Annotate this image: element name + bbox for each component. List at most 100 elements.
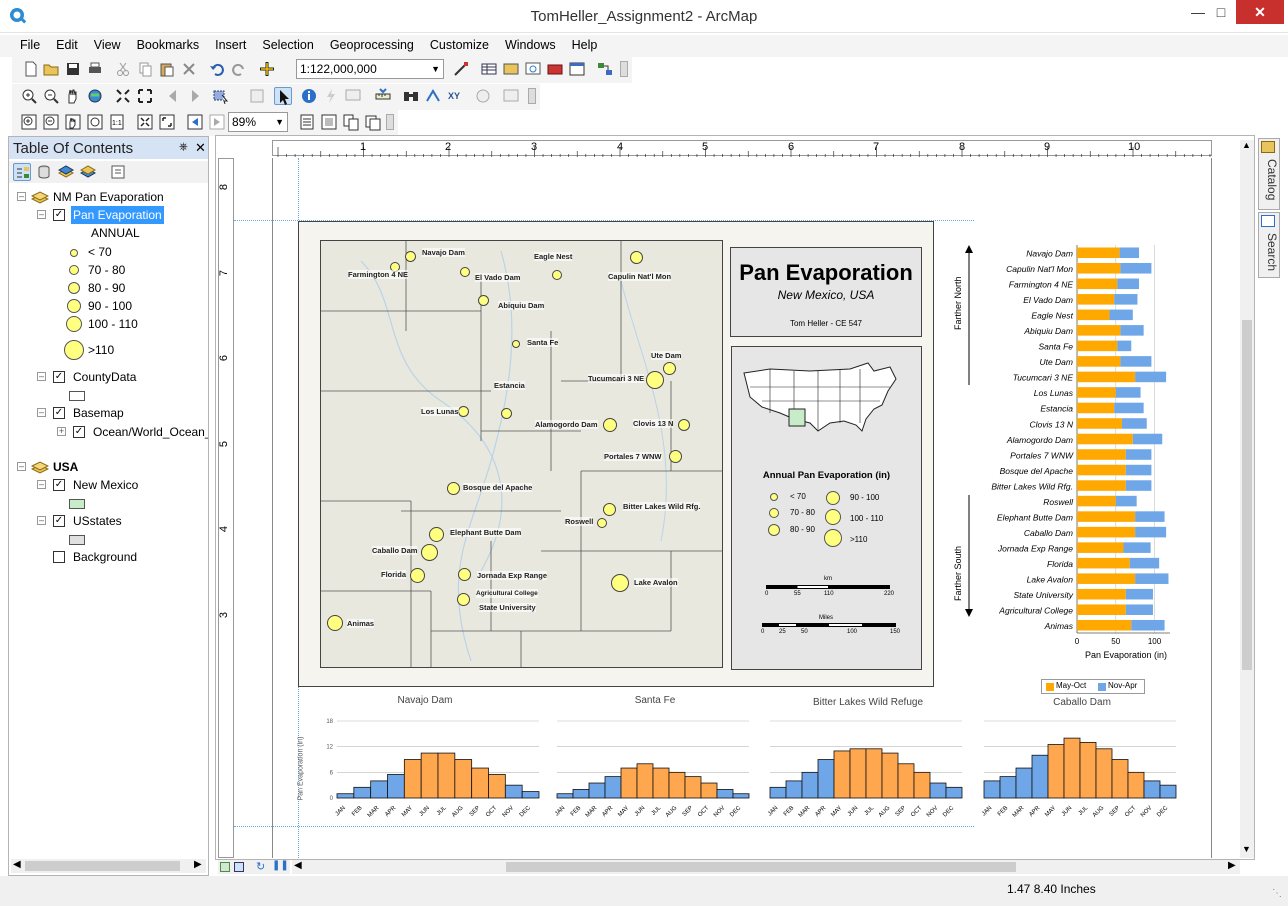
scroll-down-icon[interactable]: ▼ [1242,844,1251,854]
list-by-selection-icon[interactable] [79,163,97,181]
toc-horizontal-scrollbar[interactable]: ◀ ▶ [11,859,206,873]
city-symbol[interactable] [460,267,470,277]
zoom-whole-page-icon[interactable] [86,113,104,131]
city-symbol[interactable] [478,295,489,306]
open-icon[interactable] [42,60,60,78]
stacked-bar-chart[interactable]: Farther North Farther South Navajo Dam Ca… [953,235,1200,695]
scrollbar-thumb[interactable] [25,861,180,871]
collapse-icon[interactable]: – [37,480,46,489]
clear-selection-icon[interactable] [248,87,266,105]
layout-horizontal-scrollbar[interactable]: ◀ ▶ [292,860,1240,874]
zoom-in-icon[interactable] [20,87,38,105]
scrollbar-thumb[interactable] [506,862,1016,872]
layer-visibility-checkbox[interactable]: ✓ [53,479,65,491]
map-title-box[interactable]: Pan Evaporation New Mexico, USA Tom Hell… [730,247,922,337]
city-symbol[interactable] [327,615,343,631]
change-layout-icon[interactable] [342,113,360,131]
model-builder-icon[interactable] [596,60,614,78]
zoom-100-icon[interactable]: 1:1 [108,113,126,131]
collapse-icon[interactable]: – [17,462,26,471]
layout-zoom-out-icon[interactable] [42,113,60,131]
city-symbol[interactable] [678,419,690,431]
layout-view-icon[interactable] [234,862,244,872]
layer-name[interactable]: Pan Evaporation [71,206,164,224]
full-extent-icon[interactable] [86,87,104,105]
list-by-source-icon[interactable] [35,163,53,181]
table-icon[interactable] [480,60,498,78]
layout-vertical-scrollbar[interactable]: ▲ ▼ [1240,140,1254,858]
scroll-left-icon[interactable]: ◀ [13,859,21,870]
city-symbol[interactable] [421,544,438,561]
menu-selection[interactable]: Selection [254,35,321,55]
layer-visibility-checkbox[interactable] [53,551,65,563]
delete-icon[interactable] [180,60,198,78]
identify-icon[interactable] [300,87,318,105]
list-by-visibility-icon[interactable] [57,163,75,181]
city-symbol[interactable] [646,371,664,389]
city-symbol[interactable] [663,362,676,375]
zoom-out-icon[interactable] [42,87,60,105]
city-symbol[interactable] [597,518,607,528]
city-symbol[interactable] [603,418,617,432]
toolbar-options-icon[interactable] [528,88,536,104]
city-symbol[interactable] [447,482,460,495]
toolbar-options-icon[interactable] [620,61,628,77]
toc-layer-pan-evaporation[interactable]: – ✓ Pan Evaporation [9,206,208,224]
collapse-icon[interactable]: – [17,192,26,201]
toc-layer-background[interactable]: Background [9,548,208,566]
python-window-icon[interactable] [568,60,586,78]
city-symbol[interactable] [405,251,416,262]
menu-bookmarks[interactable]: Bookmarks [129,35,208,55]
collapse-icon[interactable]: – [37,210,46,219]
monthly-chart-caballo[interactable]: Caballo Dam JAN FEB MAR APR MAY JUN JUL AUG SEP O… [982,693,1182,825]
undo-icon[interactable] [208,60,226,78]
monthly-chart-navajo[interactable]: Navajo Dam Pan Evaporation (in) 0 6 12 18 JA… [297,693,545,825]
layer-visibility-checkbox[interactable]: ✓ [73,426,85,438]
toc-close-icon[interactable]: ✕ [195,140,206,156]
city-symbol[interactable] [552,270,562,280]
add-data-icon[interactable] [258,60,276,78]
find-route-icon[interactable] [424,87,442,105]
layout-back-extent-icon[interactable] [186,113,204,131]
menu-geoprocessing[interactable]: Geoprocessing [322,35,422,55]
menu-view[interactable]: View [86,35,129,55]
layout-forward-extent-icon[interactable] [208,113,226,131]
layer-visibility-checkbox[interactable]: ✓ [53,515,65,527]
layer-visibility-checkbox[interactable]: ✓ [53,407,65,419]
monthly-chart-santa-fe[interactable]: Santa Fe JAN FEB MAR APR MAY JUN JUL AUG SEP OCT N… [555,693,755,825]
data-view-icon[interactable] [220,862,230,872]
collapse-icon[interactable]: – [37,372,46,381]
fixed-zoom-out-icon[interactable] [136,87,154,105]
fixed-zoom-in-icon[interactable] [114,87,132,105]
city-symbol[interactable] [458,406,469,417]
save-icon[interactable] [64,60,82,78]
toc-sublayer-ocean[interactable]: + ✓ Ocean/World_Ocean_ [9,423,208,441]
toc-dataframe-usa[interactable]: – USA [9,458,208,476]
data-driven-pages-icon[interactable] [364,113,382,131]
html-popup-icon[interactable] [344,87,362,105]
hyperlink-icon[interactable] [322,87,340,105]
legend-box[interactable]: Annual Pan Evaporation (in) < 70 70 - 80… [731,346,922,670]
toc-layer-usstates[interactable]: – ✓ USstates [9,512,208,530]
pin-icon[interactable]: ⎈ [179,141,188,154]
city-symbol[interactable] [457,593,470,606]
scroll-right-icon[interactable]: ▶ [1228,860,1236,871]
refresh-icon[interactable]: ↻ [256,860,265,873]
toc-layer-countydata[interactable]: – ✓ CountyData [9,368,208,386]
maximize-button[interactable]: □ [1208,0,1234,24]
find-icon[interactable] [402,87,420,105]
layer-visibility-checkbox[interactable]: ✓ [53,209,65,221]
fixed-zoom-out-layout-icon[interactable] [158,113,176,131]
scrollbar-thumb[interactable] [1242,320,1252,670]
toc-layer-new-mexico[interactable]: – ✓ New Mexico [9,476,208,494]
layout-zoom-in-icon[interactable] [20,113,38,131]
new-document-icon[interactable] [22,60,40,78]
list-by-drawing-order-icon[interactable] [13,163,31,181]
menu-insert[interactable]: Insert [207,35,254,55]
back-extent-icon[interactable] [164,87,182,105]
menu-file[interactable]: File [12,35,48,55]
city-symbol[interactable] [429,527,444,542]
menu-customize[interactable]: Customize [422,35,497,55]
redo-icon[interactable] [230,60,248,78]
focus-data-frame-icon[interactable] [320,113,338,131]
